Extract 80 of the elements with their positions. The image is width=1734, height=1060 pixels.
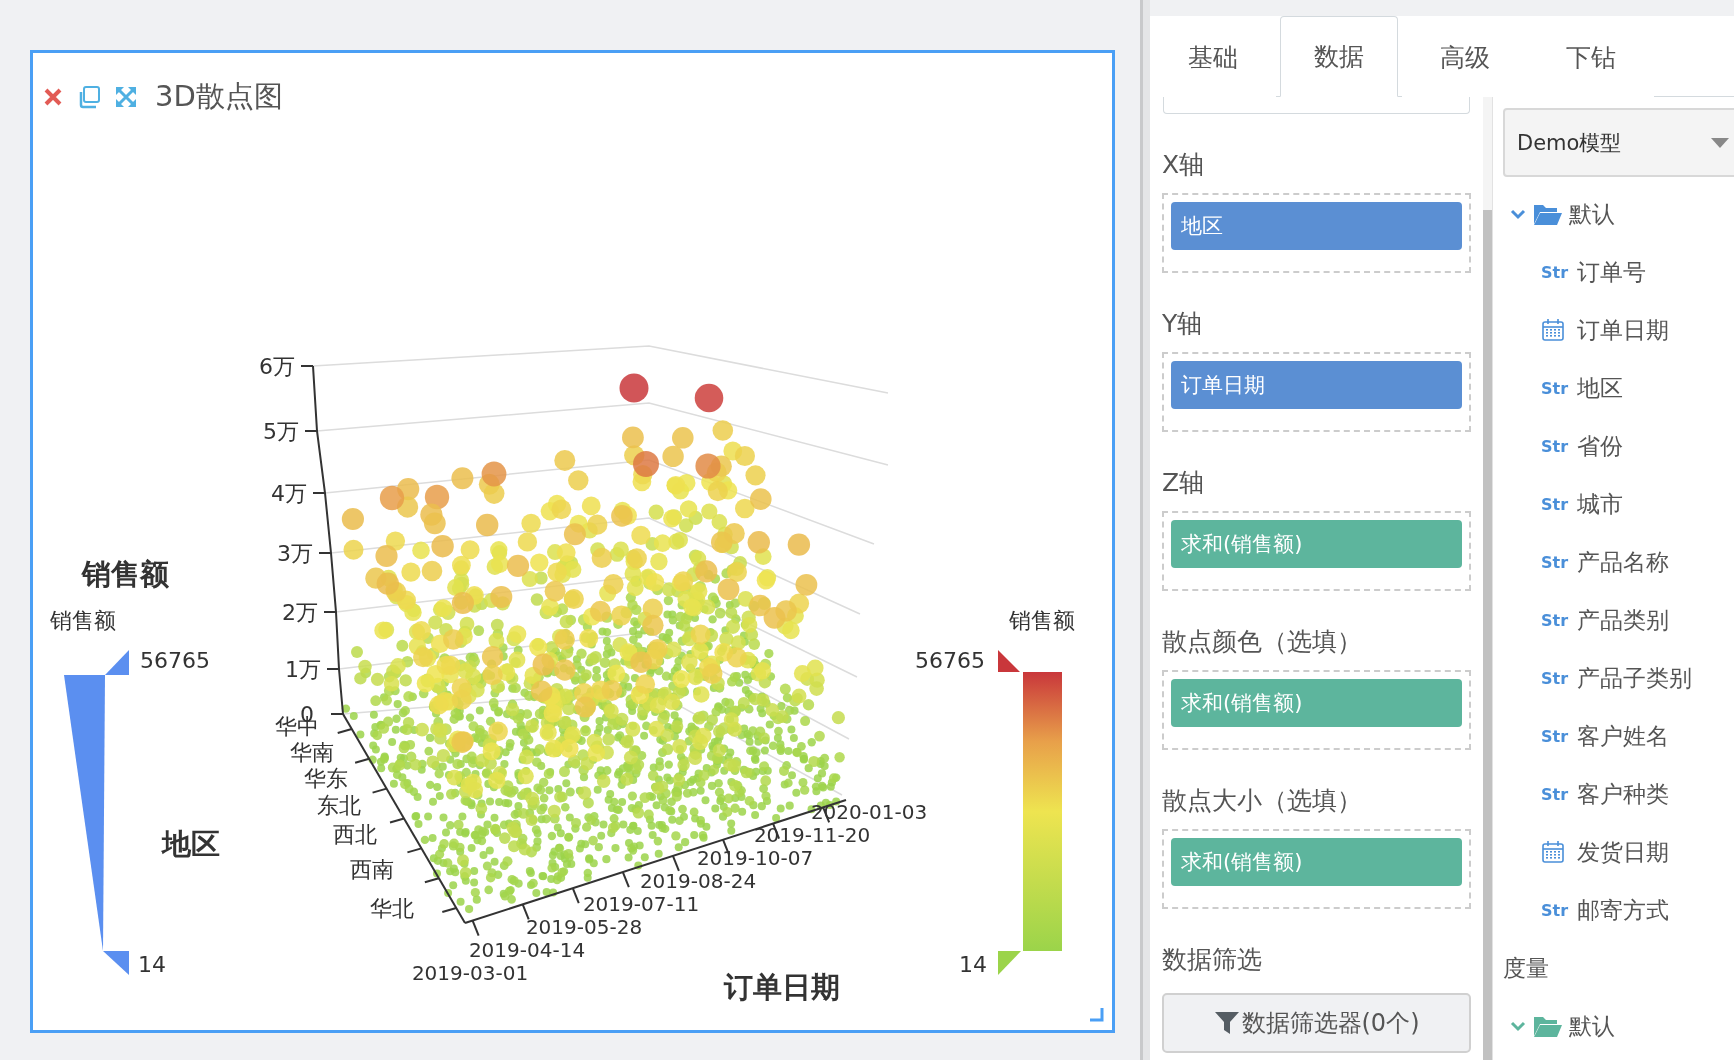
section-label: X轴 bbox=[1162, 149, 1206, 181]
handle-icon[interactable] bbox=[998, 650, 1020, 672]
group-heading: 度量 bbox=[1503, 954, 1550, 983]
axis-tick-label: 1万 bbox=[285, 657, 321, 682]
axis-tick-label: 5万 bbox=[263, 419, 299, 444]
copy-icon[interactable] bbox=[77, 84, 101, 109]
axis-tick-label: 西南 bbox=[350, 857, 394, 882]
axis-tick-label: 2019-11-20 bbox=[753, 823, 871, 847]
section-label: 数据筛选 bbox=[1162, 944, 1263, 976]
type-label: Str bbox=[1541, 726, 1570, 746]
field-item[interactable]: 客户种类 bbox=[1577, 778, 1669, 810]
field-box[interactable] bbox=[1163, 97, 1470, 114]
expand-icon[interactable] bbox=[115, 85, 137, 108]
splitter-bar[interactable] bbox=[1140, 0, 1150, 1060]
field-item[interactable]: 订单号 bbox=[1577, 256, 1646, 288]
axis-tick-label: 2019-05-28 bbox=[525, 915, 643, 939]
type-label: Str bbox=[1541, 436, 1570, 456]
axis-tick-label: 华东 bbox=[304, 766, 348, 791]
axis-tick-label: 2019-07-11 bbox=[582, 892, 700, 916]
field-item[interactable]: 产品子类别 bbox=[1577, 662, 1692, 694]
resize-handle-icon[interactable] bbox=[1088, 1006, 1104, 1022]
section-label: Z轴 bbox=[1162, 467, 1206, 499]
axis-title: 地区 bbox=[162, 827, 220, 861]
axis-tick-label: 2019-08-24 bbox=[639, 869, 757, 893]
type-label: Str bbox=[1541, 784, 1570, 804]
field-item[interactable]: 产品名称 bbox=[1577, 546, 1669, 578]
legend-title: 销售额 bbox=[50, 608, 116, 633]
type-label: Str bbox=[1541, 378, 1570, 398]
folder-label[interactable]: 默认 bbox=[1569, 198, 1615, 230]
calendar-icon bbox=[1541, 318, 1565, 342]
axis-tick-label: 西北 bbox=[333, 822, 377, 847]
legend-value: 14 bbox=[959, 952, 987, 977]
scrollbar[interactable] bbox=[1483, 97, 1492, 1060]
axis-title: 订单日期 bbox=[724, 970, 840, 1004]
field-item[interactable]: 客户姓名 bbox=[1577, 720, 1669, 752]
axis-title: 销售额 bbox=[81, 557, 169, 591]
field-item[interactable]: 发货日期 bbox=[1577, 836, 1669, 868]
type-label: Str bbox=[1541, 262, 1570, 282]
legend-value: 56765 bbox=[915, 648, 985, 673]
axis-tick-label: 2019-10-07 bbox=[696, 846, 814, 870]
folder-label[interactable]: 默认 bbox=[1569, 1010, 1615, 1042]
close-icon[interactable] bbox=[43, 86, 63, 107]
axis-tick-label: 2019-03-01 bbox=[411, 961, 529, 985]
axis-tick-label: 华北 bbox=[370, 896, 414, 921]
field-item[interactable]: 产品类别 bbox=[1577, 604, 1669, 636]
axis-tick-label: 2019-04-14 bbox=[468, 938, 586, 962]
legend-value: 56765 bbox=[140, 648, 210, 673]
axis-tick-label: 东北 bbox=[317, 793, 361, 818]
axis-tick-label: 华南 bbox=[290, 740, 334, 765]
field-item[interactable]: 城市 bbox=[1577, 488, 1623, 520]
type-label: Str bbox=[1541, 494, 1570, 514]
section-label: 散点大小（选填） bbox=[1162, 785, 1363, 817]
filter-button[interactable]: 数据筛选器(0个) bbox=[1162, 993, 1471, 1053]
folder-icon bbox=[1533, 1014, 1563, 1038]
field-item[interactable]: 地区 bbox=[1577, 372, 1623, 404]
section-label: 散点颜色（选填） bbox=[1162, 626, 1363, 658]
handle-icon[interactable] bbox=[105, 650, 129, 675]
type-label: Str bbox=[1541, 668, 1570, 688]
legend-value: 14 bbox=[138, 952, 166, 977]
axis-tick-label: 3万 bbox=[277, 541, 313, 566]
type-label: Str bbox=[1541, 610, 1570, 630]
tab[interactable]: 数据 bbox=[1280, 16, 1398, 97]
funnel-icon bbox=[1213, 1010, 1240, 1036]
axis-tick-label: 4万 bbox=[271, 481, 307, 506]
folder-icon bbox=[1533, 202, 1563, 226]
axis-tick-label: 2万 bbox=[282, 600, 318, 625]
chart-title: 3D散点图 bbox=[155, 77, 283, 115]
legend-title: 销售额 bbox=[1009, 608, 1075, 633]
type-label: Str bbox=[1541, 900, 1570, 920]
axis-tick-label: 6万 bbox=[259, 354, 295, 379]
handle-icon[interactable] bbox=[998, 951, 1021, 975]
calendar-icon bbox=[1541, 840, 1565, 864]
field-item[interactable]: 订单日期 bbox=[1577, 314, 1669, 346]
field-item[interactable]: 省份 bbox=[1577, 430, 1623, 462]
model-select[interactable]: Demo模型 bbox=[1503, 108, 1734, 177]
field-item[interactable]: 邮寄方式 bbox=[1577, 894, 1669, 926]
handle-icon[interactable] bbox=[103, 951, 129, 975]
type-label: Str bbox=[1541, 552, 1570, 572]
section-label: Y轴 bbox=[1162, 308, 1204, 340]
caret-icon bbox=[1711, 137, 1729, 148]
